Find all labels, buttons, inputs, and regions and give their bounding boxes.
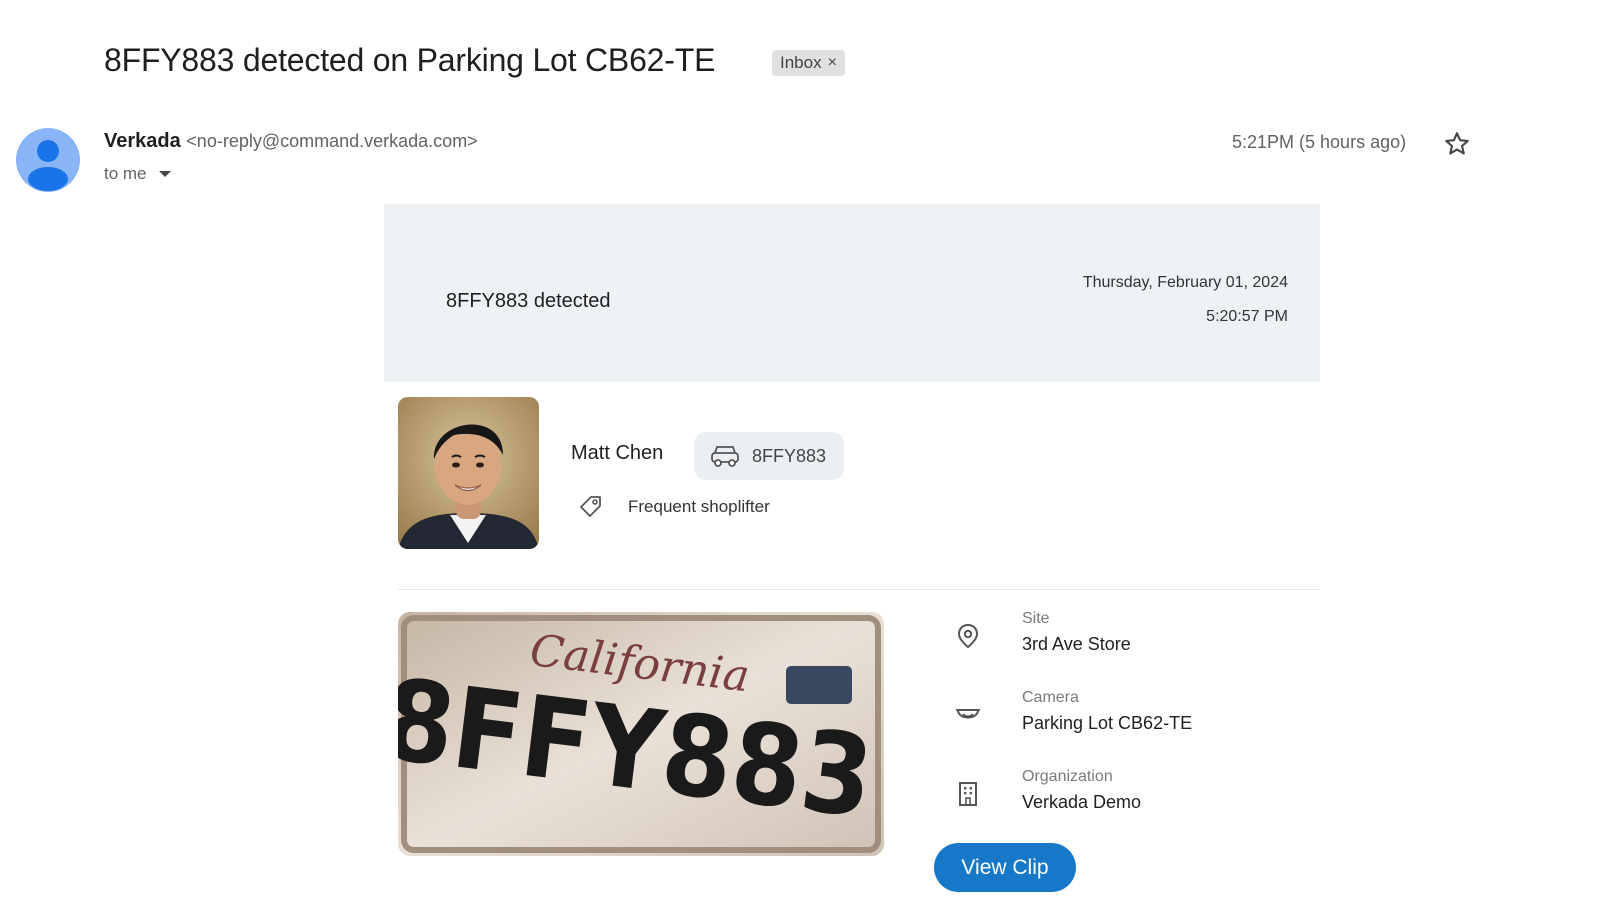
inbox-label-chip[interactable]: Inbox ×: [772, 50, 845, 76]
info-camera: Camera Parking Lot CB62-TE: [954, 689, 1192, 734]
license-plate-image: California 8FFY883: [398, 612, 884, 856]
sender-line: Verkada <no-reply@command.verkada.com>: [104, 130, 478, 153]
remove-label-icon[interactable]: ×: [828, 54, 837, 72]
site-label: Site: [1022, 610, 1050, 627]
plate-chip[interactable]: 8FFY883: [694, 432, 844, 480]
organization-value: Verkada Demo: [1022, 792, 1142, 812]
location-pin-icon: [957, 623, 979, 649]
inbox-label-text: Inbox: [780, 53, 822, 72]
organization-label: Organization: [1022, 768, 1113, 785]
tag-icon: [580, 496, 601, 517]
person-name: Matt Chen: [571, 442, 664, 464]
recipient-label: to me: [104, 164, 147, 183]
building-icon: [959, 782, 977, 806]
sender-avatar[interactable]: [16, 128, 80, 192]
tag-text: Frequent shoplifter: [628, 497, 770, 516]
info-organization: Organization Verkada Demo: [954, 768, 1141, 813]
car-icon: [711, 446, 739, 467]
person-tag: Frequent shoplifter: [578, 494, 770, 520]
info-site: Site 3rd Ave Store: [954, 610, 1131, 655]
email-timestamp: 5:21PM (5 hours ago): [1232, 132, 1407, 152]
email-subject: 8FFY883 detected on Parking Lot CB62-TE: [104, 42, 716, 78]
alert-time: 5:20:57 PM: [1206, 308, 1288, 325]
plate-chip-text: 8FFY883: [752, 445, 827, 466]
caret-down-icon[interactable]: [158, 171, 171, 177]
alert-title: 8FFY883 detected: [446, 290, 611, 312]
person-icon: [28, 140, 68, 191]
site-value: 3rd Ave Store: [1022, 634, 1131, 654]
sender-name[interactable]: Verkada: [104, 130, 181, 152]
divider: [398, 589, 1320, 590]
view-clip-button[interactable]: View Clip: [934, 843, 1076, 892]
person-photo: [398, 397, 539, 549]
star-icon[interactable]: [1443, 130, 1471, 158]
sender-email: <no-reply@command.verkada.com>: [186, 131, 478, 151]
alert-date: Thursday, February 01, 2024: [1082, 274, 1288, 291]
dome-camera-icon: [956, 709, 980, 719]
recipient-details[interactable]: to me: [104, 164, 171, 184]
camera-value: Parking Lot CB62-TE: [1022, 713, 1193, 733]
camera-label: Camera: [1022, 689, 1079, 706]
alert-header: 8FFY883 detected Thursday, February 01, …: [384, 204, 1320, 382]
